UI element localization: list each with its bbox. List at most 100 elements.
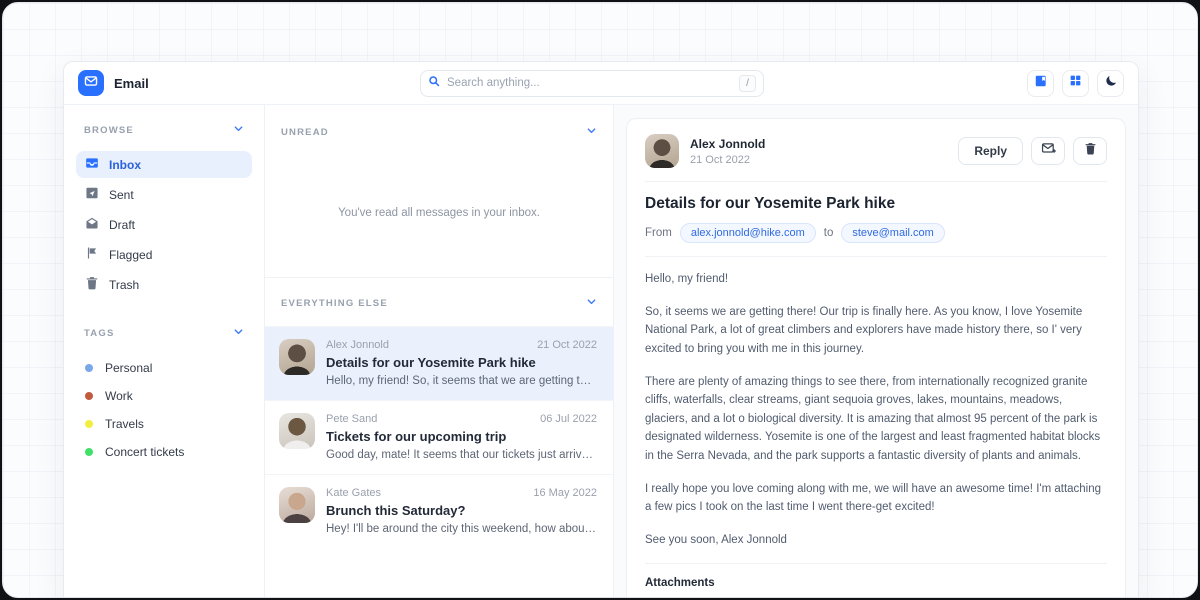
sidebar-item-sent[interactable]: Sent (76, 181, 252, 208)
tag-color-dot (85, 392, 93, 400)
tag-color-dot (85, 420, 93, 428)
search-shortcut-key: / (739, 75, 756, 92)
app-logo (78, 70, 104, 96)
sidebar-item-trash[interactable]: Trash (76, 271, 252, 298)
from-to-row: From alex.jonnold@hike.com to steve@mail… (645, 223, 1107, 243)
chevron-down-icon[interactable] (586, 294, 597, 312)
apps-grid-button[interactable] (1062, 70, 1089, 97)
page-background: Email / (2, 2, 1198, 598)
delete-mail-button[interactable] (1073, 137, 1107, 165)
message-body: Hello, my friend! So, it seems we are ge… (645, 270, 1107, 550)
browse-label: BROWSE (84, 125, 134, 136)
sidebar-item-label: Trash (109, 278, 139, 292)
unread-section-header[interactable]: UNREAD (265, 105, 613, 149)
sender-avatar (645, 134, 679, 168)
divider (645, 256, 1107, 257)
mail-list-item[interactable]: Alex Jonnold 21 Oct 2022 Details for our… (265, 326, 613, 400)
dark-mode-toggle[interactable] (1097, 70, 1124, 97)
body-paragraph: Hello, my friend! (645, 270, 1107, 289)
mail-subject: Tickets for our upcoming trip (326, 429, 597, 444)
mail-plus-icon (1041, 141, 1056, 161)
chevron-down-icon[interactable] (233, 324, 244, 342)
sent-icon (85, 186, 99, 203)
search-input[interactable] (447, 77, 732, 89)
from-label: From (645, 227, 672, 239)
mail-list-item[interactable]: Kate Gates 16 May 2022 Brunch this Satur… (265, 474, 613, 548)
body-paragraph: I really hope you love coming along with… (645, 480, 1107, 517)
everything-else-section-header[interactable]: EVERYTHING ELSE (265, 277, 613, 320)
message-list-column: UNREAD You've read all messages in your … (264, 105, 614, 597)
tag-item-travels[interactable]: Travels (76, 410, 252, 438)
mail-preview: Hey! I'll be around the city this weeken… (326, 523, 597, 535)
header-actions (1027, 70, 1124, 97)
detail-header: Alex Jonnold 21 Oct 2022 Reply (645, 134, 1107, 168)
divider (645, 563, 1107, 564)
inbox-icon (85, 156, 99, 173)
sidebar-item-draft[interactable]: Draft (76, 211, 252, 238)
sender-avatar (279, 487, 315, 523)
sender-avatar (279, 413, 315, 449)
mail-preview: Good day, mate! It seems that our ticket… (326, 449, 597, 461)
sidebar: BROWSE Inbox Sent (64, 105, 264, 597)
grid-icon (1069, 74, 1082, 92)
detail-subject: Details for our Yosemite Park hike (645, 195, 1107, 213)
moon-icon (1104, 74, 1118, 93)
draft-icon (85, 216, 99, 233)
tag-label: Work (105, 389, 133, 403)
tag-item-concert-tickets[interactable]: Concert tickets (76, 438, 252, 466)
mail-subject: Details for our Yosemite Park hike (326, 355, 597, 370)
chevron-down-icon[interactable] (586, 123, 597, 141)
reply-button[interactable]: Reply (958, 137, 1023, 165)
mail-sender: Alex Jonnold (326, 339, 389, 351)
app-header: Email / (64, 62, 1138, 105)
to-email-pill[interactable]: steve@mail.com (841, 223, 944, 243)
tag-item-work[interactable]: Work (76, 382, 252, 410)
mail-subject: Brunch this Saturday? (326, 503, 597, 518)
sidebar-item-label: Inbox (109, 158, 141, 172)
search-bar[interactable]: / (420, 70, 764, 97)
mail-sender: Pete Sand (326, 413, 377, 425)
message-detail-panel: Alex Jonnold 21 Oct 2022 Reply (614, 105, 1138, 597)
from-email-pill[interactable]: alex.jonnold@hike.com (680, 223, 816, 243)
unread-empty-message: You've read all messages in your inbox. (265, 149, 613, 277)
browse-section-header[interactable]: BROWSE (76, 121, 252, 139)
sidebar-item-label: Flagged (109, 248, 152, 262)
divider (645, 181, 1107, 182)
addressbook-button[interactable] (1027, 70, 1054, 97)
book-icon (1034, 74, 1048, 93)
tag-label: Concert tickets (105, 445, 184, 459)
forward-mail-button[interactable] (1031, 137, 1065, 165)
sidebar-item-inbox[interactable]: Inbox (76, 151, 252, 178)
flag-icon (85, 246, 99, 263)
app-title: Email (114, 76, 149, 91)
mail-sender: Kate Gates (326, 487, 381, 499)
tag-color-dot (85, 364, 93, 372)
trash-icon (85, 276, 99, 293)
body-paragraph: See you soon, Alex Jonnold (645, 531, 1107, 550)
tags-section-header[interactable]: TAGS (76, 324, 252, 342)
sidebar-item-label: Draft (109, 218, 135, 232)
tag-item-personal[interactable]: Personal (76, 354, 252, 382)
body-paragraph: There are plenty of amazing things to se… (645, 373, 1107, 466)
detail-date: 21 Oct 2022 (690, 154, 765, 166)
detail-actions: Reply (958, 137, 1107, 165)
sidebar-item-label: Sent (109, 188, 134, 202)
to-label: to (824, 227, 834, 239)
attachments-label: Attachments (645, 577, 1107, 589)
search-icon (428, 74, 440, 92)
sender-avatar (279, 339, 315, 375)
mail-preview: Hello, my friend! So, it seems that we a… (326, 375, 597, 387)
body-paragraph: So, it seems we are getting there! Our t… (645, 303, 1107, 359)
mail-date: 21 Oct 2022 (537, 339, 597, 351)
mail-list-item[interactable]: Pete Sand 06 Jul 2022 Tickets for our up… (265, 400, 613, 474)
sidebar-item-flagged[interactable]: Flagged (76, 241, 252, 268)
chevron-down-icon[interactable] (233, 121, 244, 139)
envelope-icon (84, 74, 98, 93)
tag-color-dot (85, 448, 93, 456)
tag-label: Personal (105, 361, 152, 375)
tags-label: TAGS (84, 328, 114, 339)
email-app-window: Email / (63, 61, 1139, 597)
message-detail-card: Alex Jonnold 21 Oct 2022 Reply (626, 118, 1126, 597)
mail-date: 06 Jul 2022 (540, 413, 597, 425)
everything-else-label: EVERYTHING ELSE (281, 298, 388, 309)
